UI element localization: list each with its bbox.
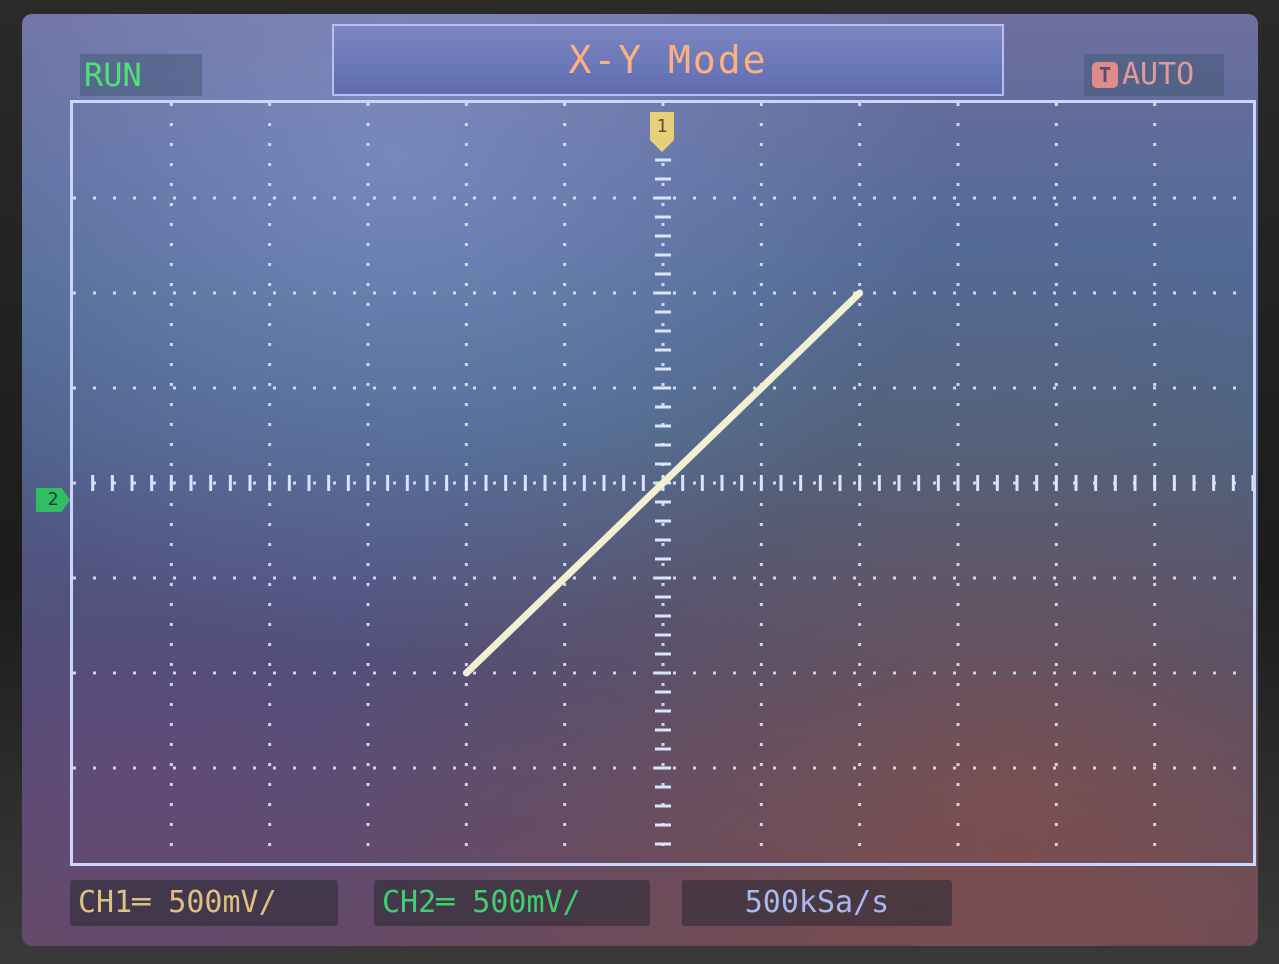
run-status: RUN [80, 54, 202, 96]
oscilloscope-bezel: RUN X-Y Mode T AUTO 1 2 CH1═ 500mV/ CH2═ … [0, 0, 1279, 964]
graticule [70, 100, 1256, 866]
xy-plot [73, 103, 1253, 863]
sample-rate-readout: 500kSa/s [682, 880, 952, 926]
ch2-position-marker[interactable]: 2 [36, 488, 70, 512]
mode-title: X-Y Mode [332, 24, 1004, 96]
trigger-mode: AUTO [1122, 57, 1195, 92]
oscilloscope-screen: RUN X-Y Mode T AUTO 1 2 CH1═ 500mV/ CH2═ … [22, 14, 1258, 946]
ch2-scale-readout: CH2═ 500mV/ [374, 880, 650, 926]
trigger-status: T AUTO [1084, 54, 1224, 96]
trigger-icon: T [1092, 62, 1118, 88]
ch1-scale-readout: CH1═ 500mV/ [70, 880, 338, 926]
